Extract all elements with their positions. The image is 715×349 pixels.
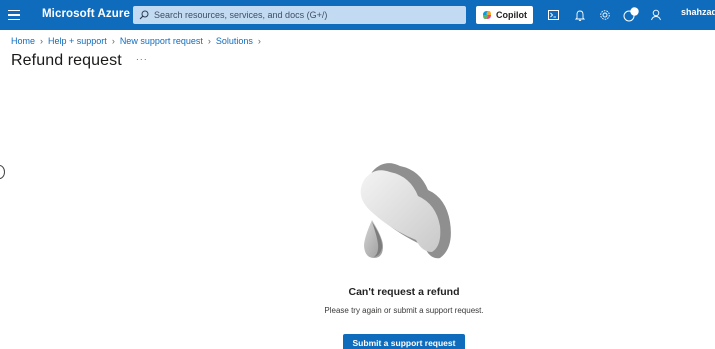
hamburger-icon[interactable] <box>6 7 22 23</box>
bell-icon[interactable] <box>572 7 588 23</box>
breadcrumb-new-support-request[interactable]: New support request <box>120 36 203 46</box>
empty-state-title: Can't request a refund <box>348 286 460 298</box>
breadcrumb-solutions[interactable]: Solutions <box>216 36 253 46</box>
brand-name[interactable]: Microsoft Azure <box>42 8 130 20</box>
copilot-button[interactable]: Copilot <box>476 6 533 24</box>
submit-support-request-button[interactable]: Submit a support request <box>343 334 465 349</box>
help-icon[interactable] <box>623 7 639 23</box>
chevron-right-icon: › <box>40 36 44 46</box>
breadcrumb-help-support[interactable]: Help + support <box>48 36 107 46</box>
gear-icon[interactable] <box>597 7 613 23</box>
search-box[interactable] <box>133 6 466 24</box>
user-name[interactable]: shahzad <box>681 7 715 17</box>
page-title: Refund request <box>11 52 122 69</box>
more-options-icon[interactable]: ··· <box>136 54 148 64</box>
breadcrumb: Home › Help + support › New support requ… <box>11 36 266 46</box>
chevron-right-icon: › <box>111 36 115 46</box>
copilot-icon <box>483 11 491 19</box>
copilot-label: Copilot <box>496 10 527 20</box>
title-row: Refund request ··· <box>11 52 148 70</box>
chevron-right-icon: › <box>257 36 261 46</box>
feedback-icon[interactable] <box>648 7 664 23</box>
search-icon <box>139 10 149 20</box>
search-input[interactable] <box>154 10 454 20</box>
cloud-raindrop-illustration <box>360 163 451 259</box>
empty-state-description: Please try again or submit a support req… <box>324 306 484 315</box>
cloud-shell-icon[interactable] <box>545 7 561 23</box>
breadcrumb-home[interactable]: Home <box>11 36 35 46</box>
partial-circle-icon <box>0 165 5 179</box>
chevron-right-icon: › <box>207 36 211 46</box>
top-bar: Microsoft Azure Copilot shahzad <box>0 0 715 30</box>
